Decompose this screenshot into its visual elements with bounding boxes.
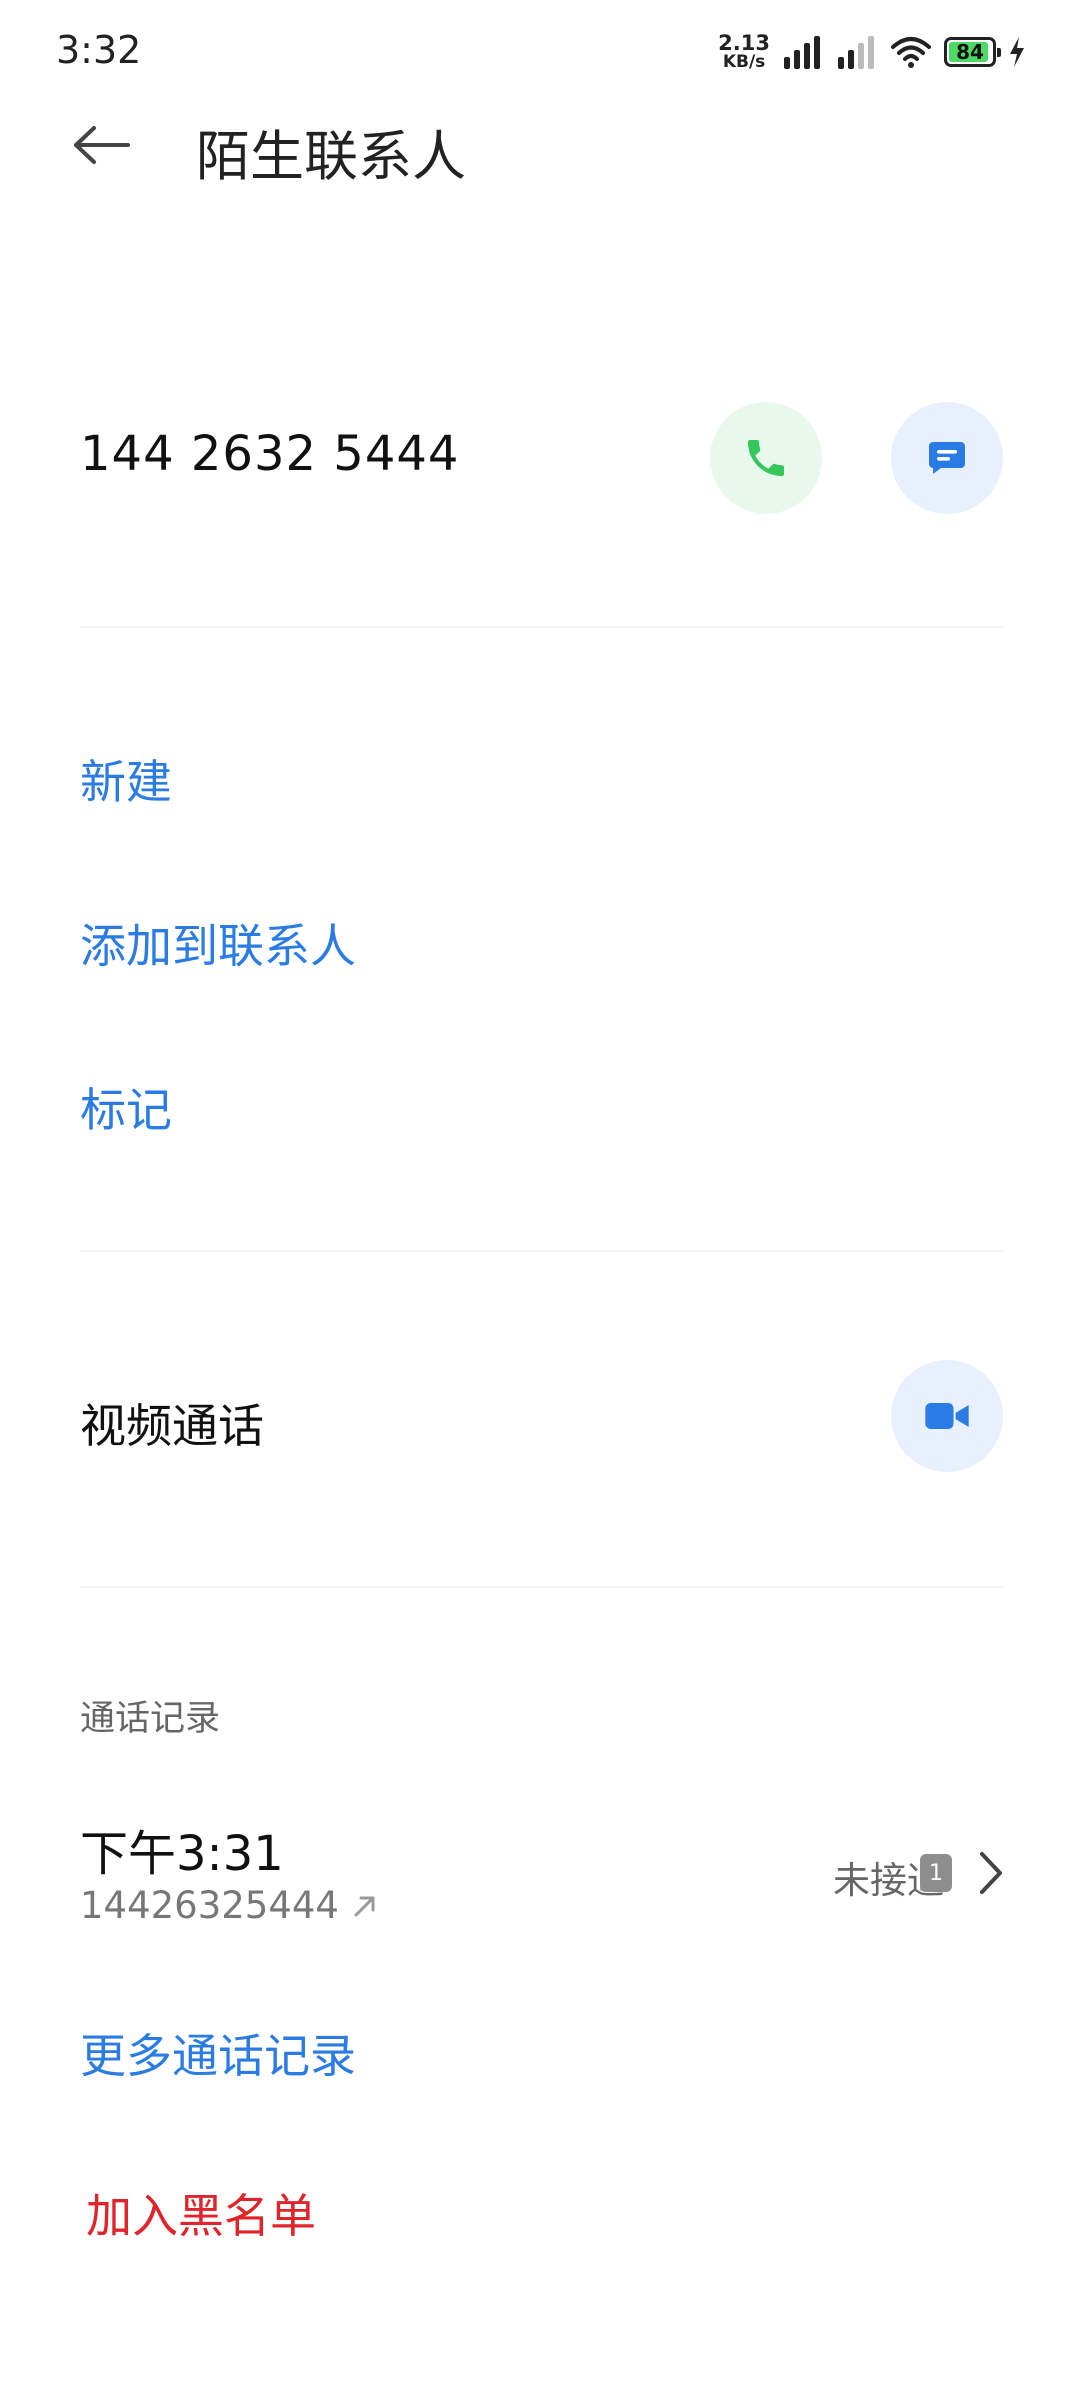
divider [80, 626, 1004, 628]
chevron-right-icon[interactable] [976, 1850, 1006, 1896]
call-log-entry[interactable]: 下午3:31 14426325444 未接通 1 [0, 1800, 1080, 1960]
video-call-label[interactable]: 视频通话 [80, 1390, 264, 1456]
phone-number: 144 2632 5444 [80, 426, 460, 482]
signal-icon [784, 36, 820, 69]
mark-link[interactable]: 标记 [80, 1074, 172, 1140]
video-camera-icon [925, 1403, 969, 1429]
sim-badge: 1 [920, 1854, 952, 1892]
call-log-section-title: 通话记录 [80, 1699, 221, 1739]
back-arrow-icon [74, 126, 130, 164]
header: 陌生联系人 [0, 100, 1080, 190]
screen: 3:32 2.13 KB/s 84 陌生联系人 144 2632 5444 新建… [0, 0, 1080, 2400]
divider [80, 1250, 1004, 1252]
status-time: 3:32 [56, 28, 142, 72]
back-button[interactable] [66, 114, 138, 176]
outgoing-arrow-icon [354, 1896, 375, 1916]
call-log-time: 下午3:31 [80, 1826, 284, 1882]
charging-icon [1010, 37, 1024, 67]
call-log-number: 14426325444 [80, 1884, 339, 1927]
add-to-blacklist-button[interactable]: 加入黑名单 [86, 2180, 316, 2246]
network-speed-unit: KB/s [722, 52, 766, 72]
new-contact-link[interactable]: 新建 [80, 746, 172, 812]
battery-icon: 84 [944, 37, 1001, 67]
phone-icon [748, 440, 784, 476]
page-title: 陌生联系人 [196, 125, 466, 188]
wifi-icon [891, 37, 931, 68]
signal-icon [838, 36, 874, 69]
call-log-number-row: 14426325444 [80, 1884, 379, 1927]
status-bar: 3:32 2.13 KB/s 84 [0, 0, 1080, 100]
divider [80, 1586, 1004, 1588]
call-button[interactable] [710, 402, 822, 514]
message-button[interactable] [891, 402, 1003, 514]
battery-level: 84 [956, 40, 984, 64]
network-speed: 2.13 KB/s [718, 33, 770, 71]
status-icons: 2.13 KB/s 84 [718, 30, 1026, 74]
video-call-button[interactable] [891, 1360, 1003, 1472]
add-to-contacts-link[interactable]: 添加到联系人 [80, 910, 356, 976]
network-speed-value: 2.13 [718, 31, 770, 55]
more-call-log-link[interactable]: 更多通话记录 [80, 2020, 356, 2086]
message-icon [929, 442, 965, 474]
